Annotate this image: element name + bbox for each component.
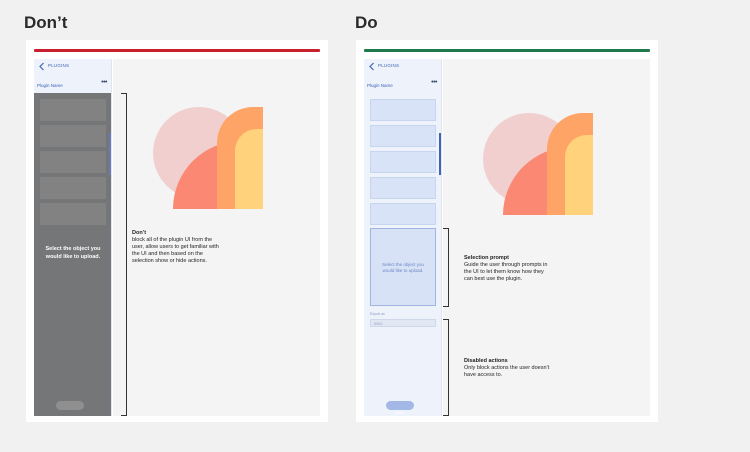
do-indicator-bar	[364, 49, 650, 52]
chevron-left-icon[interactable]	[38, 62, 46, 71]
annotation-body: block all of the plugin UI from the user…	[132, 237, 219, 264]
selection-prompt-text: Select the object you would like to uplo…	[382, 262, 424, 273]
illustration	[483, 113, 593, 215]
annotation-bracket	[443, 319, 449, 416]
blocking-overlay: Select the object you would like to uplo…	[34, 93, 111, 416]
selection-prompt: Select the object you would like to uplo…	[370, 228, 436, 306]
chevron-down-icon: ⌄	[374, 321, 378, 326]
disabled-action-button	[56, 401, 84, 410]
export-format-select: PNG ⌄	[370, 319, 436, 327]
export-as-label: Export as	[370, 312, 385, 316]
list-item[interactable]	[370, 203, 436, 225]
annotation-title: Selection prompt	[464, 255, 509, 261]
annotation-body: Guide the user through prompts in the UI…	[464, 262, 548, 282]
list-item[interactable]	[370, 99, 436, 121]
plugin-panel-header: PLUGINS	[364, 59, 442, 75]
do-example-card: PLUGINS Plugin Name ••• Select the objec…	[356, 40, 658, 422]
list-item	[40, 125, 106, 147]
list-item	[40, 151, 106, 173]
list-item[interactable]	[370, 151, 436, 173]
plugins-breadcrumb[interactable]: PLUGINS	[378, 63, 399, 68]
list-item[interactable]	[370, 177, 436, 199]
annotation-bracket	[443, 228, 449, 307]
list-item[interactable]	[370, 125, 436, 147]
illustration	[153, 107, 263, 209]
plugin-panel: PLUGINS Plugin Name ••• Select the objec…	[34, 59, 112, 416]
action-button: Action	[386, 401, 414, 415]
dont-indicator-bar	[34, 49, 320, 52]
annotation-body: Only block actions the user doesn’t have…	[464, 365, 550, 378]
list-item	[40, 177, 106, 199]
dont-example-card: PLUGINS Plugin Name ••• Select the objec…	[26, 40, 328, 422]
overlay-message: Select the object you would like to uplo…	[45, 246, 101, 260]
list-item	[40, 99, 106, 121]
chevron-left-icon[interactable]	[368, 62, 376, 71]
scrollbar	[109, 133, 111, 175]
plugin-name-label: Plugin Name	[37, 83, 63, 88]
plugin-panel: PLUGINS Plugin Name ••• Select the objec…	[364, 59, 442, 416]
list-item	[40, 203, 106, 225]
scrollbar[interactable]	[439, 133, 441, 175]
dont-annotation: Don’t block all of the plugin UI from th…	[132, 230, 220, 265]
action-button-label: Action	[394, 410, 406, 415]
plugin-name-label: Plugin Name	[367, 83, 393, 88]
annotation-title: Disabled actions	[464, 358, 508, 364]
more-horizontal-icon[interactable]: •••	[431, 79, 437, 86]
art-yellow-shape	[235, 129, 263, 209]
plugin-panel-header: PLUGINS	[34, 59, 112, 75]
more-horizontal-icon[interactable]: •••	[101, 79, 107, 86]
selection-prompt-annotation: Selection prompt Guide the user through …	[464, 255, 550, 283]
annotation-title: Don’t	[132, 230, 147, 236]
do-heading: Do	[355, 13, 378, 32]
art-yellow-shape	[565, 135, 593, 215]
annotation-bracket	[121, 93, 127, 416]
disabled-actions-annotation: Disabled actions Only block actions the …	[464, 358, 554, 379]
dont-heading: Don’t	[24, 13, 68, 32]
plugins-breadcrumb[interactable]: PLUGINS	[48, 63, 69, 68]
